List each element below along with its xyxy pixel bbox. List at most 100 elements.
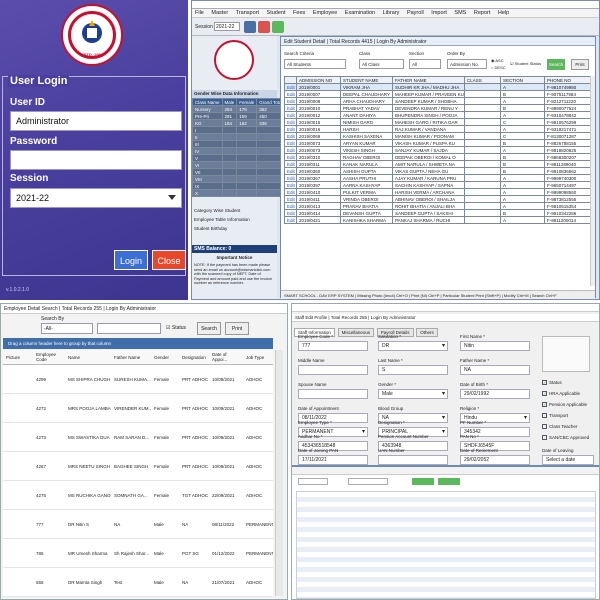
desc-radio[interactable]: ○ DESC (491, 65, 506, 70)
check-transport[interactable]: Transport (542, 413, 568, 419)
student-row[interactable]: Edit 2019/0016 HARSH RAJ KUMAR / VANDANA A F-… (284, 125, 591, 133)
menu-help[interactable]: Help (498, 10, 509, 16)
toolbar-session-select[interactable]: 2021-22 (214, 22, 240, 31)
edit-link[interactable]: Edit (284, 97, 297, 105)
emp-column-header[interactable]: Father Name (111, 350, 151, 365)
menu-report[interactable]: Report (474, 10, 491, 16)
edit-link[interactable]: Edit (284, 174, 297, 182)
menu-fees[interactable]: Fees (293, 10, 305, 16)
edit-link[interactable]: Edit (284, 111, 297, 119)
student-row[interactable]: Edit 2019/0311 KANAK NARULA AMIT NARULA / S… (284, 160, 591, 168)
search-by-select[interactable]: -All- (41, 323, 93, 334)
emp-print-button[interactable]: Print (225, 322, 249, 335)
student-birthday-item[interactable]: Student Birthday (194, 226, 227, 231)
emp-row[interactable]: 4299 MS SHIPRA CHUGH SURESH KUMA... Female P… (3, 364, 273, 394)
status-check[interactable]: ☑ Status (166, 325, 186, 331)
uan-field[interactable] (378, 455, 448, 465)
student-row[interactable]: Edit 2019/0367 AASHA PRUTHI AJAY KUMAR / KA… (284, 174, 591, 182)
student-row[interactable]: Edit 2019/0397 AARNA KASHYAP SACHIN KASHYAP… (284, 181, 591, 189)
edit-link[interactable]: Edit (284, 202, 297, 210)
student-row[interactable]: Edit 2019/0360 ASHISH GUPTA VIKAS GUPTA / N… (284, 167, 591, 175)
leaving-field[interactable]: Select a date (542, 455, 594, 465)
menu-file[interactable]: File (195, 10, 204, 16)
check-pension-applicable[interactable]: ✓ Pension Applicable (542, 402, 587, 408)
emp-row[interactable]: 4272 MRS POOJA LAMBA VIRENDER KUM... Female… (3, 393, 273, 423)
student-column-header[interactable]: ADMISSION NO (296, 76, 341, 84)
emp-column-header[interactable]: Designation (179, 350, 209, 365)
edit-link[interactable]: Edit (284, 146, 297, 154)
student-row[interactable]: Edit 2019/0015 NIMISH GARG MAHESH GARG / RI… (284, 118, 591, 126)
edit-link[interactable]: Edit (284, 153, 297, 161)
emp-scrollbar[interactable] (275, 350, 283, 596)
edit-link[interactable]: Edit (284, 195, 297, 203)
menu-transport[interactable]: Transport (236, 10, 259, 16)
salutation-field[interactable]: DR (378, 341, 448, 351)
edit-link[interactable]: Edit (284, 104, 297, 112)
user-id-input[interactable]: Administrator (10, 111, 182, 131)
staff-list-search-input[interactable] (348, 478, 388, 485)
emp-row[interactable]: 555 DR Mamta Singh Test Male NA 21/07/2021 ADH… (3, 567, 273, 597)
menu-student[interactable]: Student (267, 10, 286, 16)
edit-link[interactable]: Edit (284, 167, 297, 175)
last-name-field[interactable]: S (378, 365, 448, 375)
menu-payroll[interactable]: Payroll (407, 10, 424, 16)
student-row[interactable]: Edit 2019/0411 VRINDA OBEROI ABHINAV OBEROI… (284, 195, 591, 203)
check-san-cbc-approved[interactable]: SAN/CBC Approved (542, 435, 589, 441)
emp-row[interactable]: 777 DR Nitin S NA Male NA 08/11/2022 PERMANENT (3, 509, 273, 539)
student-row[interactable]: Edit 2019/0012 ANANT DAHIYA BHUPENDRA SINGH… (284, 111, 591, 119)
edit-link[interactable]: Edit (284, 209, 297, 217)
edit-link[interactable]: Edit (284, 118, 297, 126)
dob-field[interactable]: 29/02/1992 (460, 389, 530, 399)
edit-link[interactable]: Edit (284, 181, 297, 189)
section-select[interactable]: All (409, 59, 441, 69)
close-button[interactable]: Close (152, 250, 186, 270)
login-button[interactable]: Login (114, 250, 148, 270)
student-row[interactable]: Edit 2019/0410 PULKIT VERMA HARISH VERMA / … (284, 188, 591, 196)
asc-radio[interactable]: ◉ ASC (491, 58, 504, 63)
search-criteria-select[interactable]: All Students (284, 59, 346, 69)
student-column-header[interactable]: STUDENT NAME (340, 76, 393, 84)
group-by-hint[interactable]: Drag a column header here to group by th… (3, 338, 273, 349)
emp-row[interactable]: 4275MS RUCHIKA GANGULISOMNATH GA...Femal… (3, 480, 273, 510)
staff-list-search-button[interactable] (412, 478, 434, 485)
student-row[interactable]: Edit 2019/0069 KASHISH SAXENA MANISH KUMAR … (284, 132, 591, 140)
tab-miscellaneous[interactable]: Miscellaneous (337, 328, 375, 337)
student-status-check[interactable]: ☑ Student Status (510, 61, 541, 66)
student-row[interactable]: Edit 2019/0010 PRABHAT YADAV DEVENDRA KUMAR… (284, 104, 591, 112)
staff-list-print-button[interactable] (438, 478, 460, 485)
student-row[interactable]: Edit 2019/0310 RAGHAV OBEROI DEEPAK OBEROI … (284, 153, 591, 161)
emp-column-header[interactable]: Date of Appoi... (209, 350, 243, 365)
emp-row[interactable]: 786 MR Umesh Sharma Sh Rajesh Shar... Male P… (3, 538, 273, 568)
menu-import[interactable]: Import (431, 10, 447, 16)
menu-master[interactable]: Master (211, 10, 228, 16)
employee-table-item[interactable]: Employee Table Information (194, 217, 250, 222)
edit-link[interactable]: Edit (284, 125, 297, 133)
student-column-header[interactable]: PHONE NO (544, 76, 591, 84)
student-row[interactable]: Edit 2019/0073 VIKESH SINGH SANJAY KUMAR / … (284, 146, 591, 154)
student-row[interactable]: Edit 2019/0414 DEVANSH GUPTA SANDEEP GUPTA … (284, 209, 591, 217)
category-wise-item[interactable]: Category Wise Student (194, 208, 240, 213)
print-button[interactable]: Print (571, 59, 589, 70)
student-column-header[interactable] (284, 76, 297, 84)
edit-link[interactable]: Edit (284, 83, 297, 91)
employee-code-field[interactable]: 777 (298, 341, 368, 351)
emp-column-header[interactable]: Job Type (243, 350, 273, 365)
edit-link[interactable]: Edit (284, 132, 297, 140)
check-status[interactable]: ✓ Status (542, 380, 562, 386)
student-row[interactable]: Edit 2019/0007 DEEPAL CHAUDHARY MAHEEP KUMA… (284, 90, 591, 98)
student-row[interactable]: Edit 2019/0413 PRANAV BHATIA ROHIT BHATIA /… (284, 202, 591, 210)
student-row[interactable]: Edit 2019/0001 VIKRAM JHA SUDHIR KR JHA / M… (284, 83, 591, 91)
class-select[interactable]: All Class (359, 59, 404, 69)
emp-search-button[interactable]: Search (197, 322, 221, 335)
father-name-field[interactable]: NA (460, 365, 530, 375)
student-column-header[interactable]: FATHER NAME (392, 76, 465, 84)
student-column-header[interactable]: SECTION (500, 76, 545, 84)
edit-link[interactable]: Edit (284, 160, 297, 168)
edit-link[interactable]: Edit (284, 216, 297, 224)
retirement-field[interactable]: 29/02/2052 (460, 455, 530, 465)
student-icon[interactable] (258, 21, 270, 33)
check-class-teacher[interactable]: Class Teacher (542, 424, 577, 430)
emp-column-header[interactable]: Picture (3, 350, 33, 365)
search-button[interactable]: Search (547, 59, 565, 70)
vertical-scrollbar[interactable] (590, 76, 595, 286)
